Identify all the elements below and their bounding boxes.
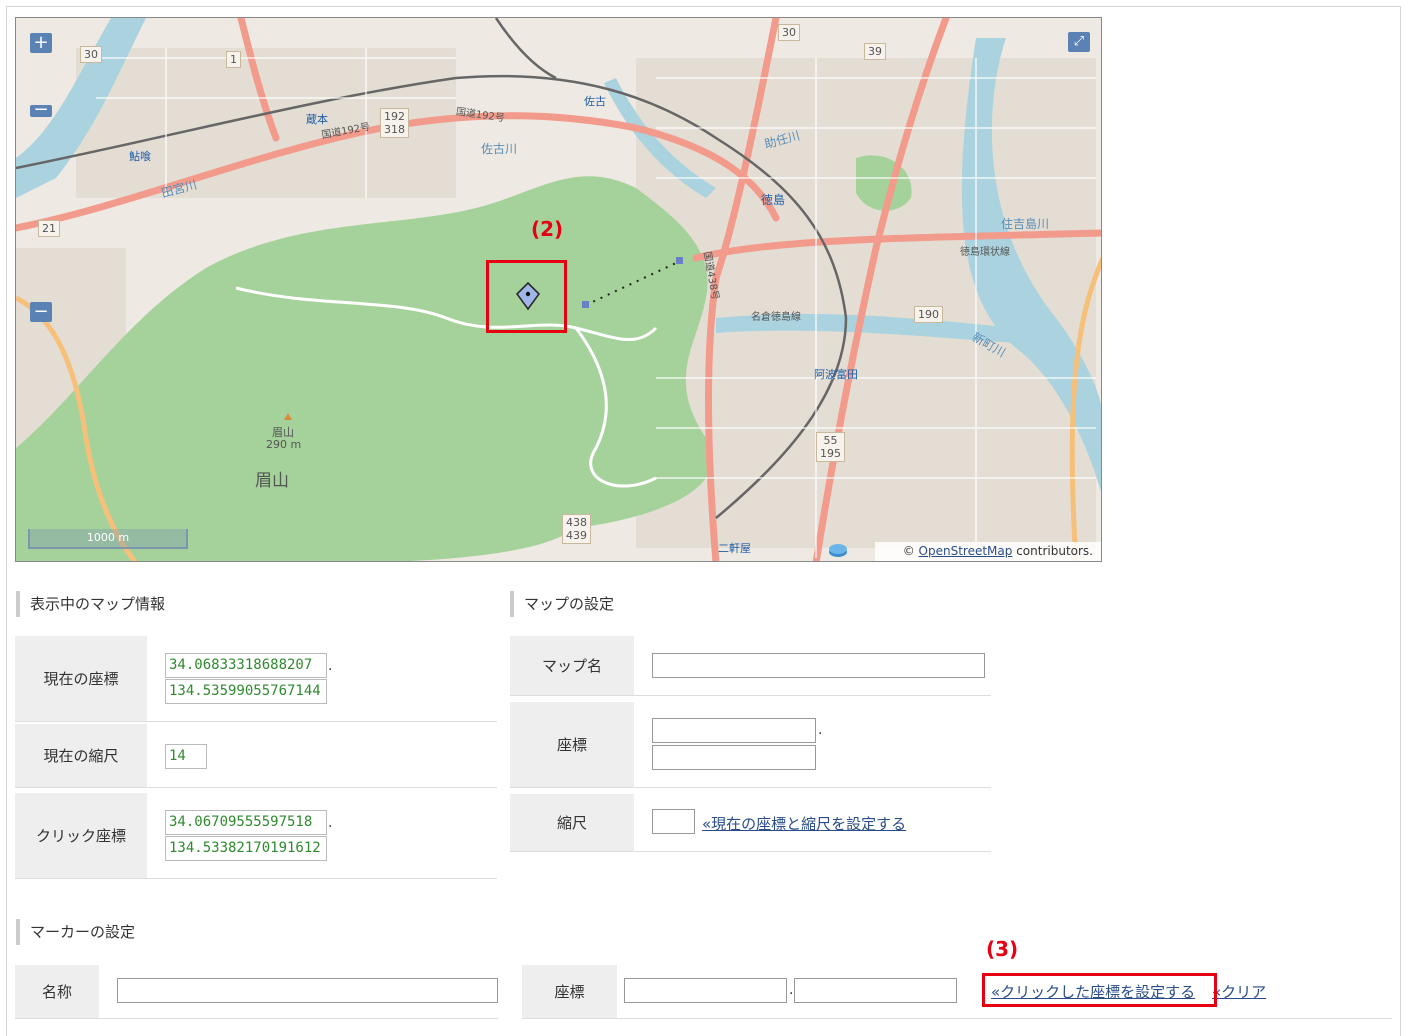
map-name-label: マップ名 — [510, 636, 634, 695]
annotation-box-2 — [486, 260, 567, 333]
annotation-label-2: (2) — [531, 217, 564, 241]
marker-coord-label: 座標 — [522, 965, 617, 1018]
current-coord-row: 現在の座標 34.06833318688207 . 134.5359905576… — [15, 636, 497, 722]
map-label-sakogawa: 佐古川 — [481, 142, 518, 156]
click-lng-value[interactable]: 134.53382170191612 — [165, 836, 327, 861]
map-info-heading: 表示中のマップ情報 — [16, 591, 165, 617]
zoom-out-secondary-button[interactable]: − — [30, 302, 52, 322]
openstreetmap-link[interactable]: OpenStreetMap — [919, 544, 1013, 558]
map-label-tokushima: 徳島 — [761, 193, 786, 207]
current-coord-separator: . — [328, 658, 333, 674]
map-lng-input[interactable] — [652, 745, 816, 770]
map-lat-input[interactable] — [652, 718, 816, 743]
map-scale-bar: 1000 m — [28, 529, 188, 549]
current-coord-label: 現在の座標 — [15, 636, 147, 721]
map-coord-label: 座標 — [510, 702, 634, 787]
attribution-suffix: contributors. — [1016, 544, 1093, 558]
map-label-bizan: 眉山 — [255, 471, 289, 491]
map-coord-row: 座標 . — [510, 702, 991, 788]
attribution-prefix: © — [902, 544, 915, 558]
map-zoom-input[interactable] — [652, 809, 695, 834]
marker-coord-separator: . — [789, 982, 794, 998]
map-name-input[interactable] — [652, 653, 985, 678]
click-lat-value[interactable]: 34.06709555597518 — [165, 810, 327, 835]
map-label-awatomida: 阿波富田 — [814, 368, 858, 381]
route-shield-438-439: 438 439 — [562, 514, 591, 544]
marker-name-row: 名称 — [15, 965, 498, 1019]
marker-lat-input[interactable] — [624, 978, 787, 1003]
set-current-coord-zoom-link[interactable]: «現在の座標と縮尺を設定する — [702, 813, 906, 834]
route-shield-30: 30 — [80, 46, 102, 63]
map-label-bizan-elevation: 290 m — [266, 438, 302, 451]
map-zoom-label: 縮尺 — [510, 794, 634, 851]
route-shield-21: 21 — [38, 220, 60, 237]
map-label-nagura-line: 名倉徳島線 — [751, 312, 801, 323]
route-shield-192-318: 192 318 — [380, 108, 409, 138]
current-zoom-row: 現在の縮尺 14 — [15, 724, 497, 788]
click-coord-separator: . — [328, 815, 333, 831]
click-coord-label: クリック座標 — [15, 793, 147, 878]
annotation-box-3 — [982, 973, 1217, 1007]
route-shield-1: 1 — [226, 51, 241, 68]
route-shield-39: 39 — [864, 43, 886, 60]
current-zoom-value[interactable]: 14 — [165, 744, 207, 769]
map-label-sako: 佐古 — [584, 95, 606, 108]
map-settings-heading: マップの設定 — [510, 591, 614, 617]
map-label-sumiyoshijimagawa: 住吉島川 — [1001, 217, 1050, 231]
route-shield-190: 190 — [914, 306, 943, 323]
map-attribution: © OpenStreetMap contributors. — [874, 542, 1101, 561]
zoom-out-button[interactable]: − — [30, 101, 52, 119]
marker-name-label: 名称 — [15, 965, 99, 1018]
map-label-ayu: 鮎喰 — [129, 150, 151, 163]
route-shield-55-195: 55 195 — [816, 432, 845, 462]
click-coord-row: クリック座標 34.06709555597518 . 134.533821701… — [15, 793, 497, 879]
marker-name-input[interactable] — [117, 978, 498, 1003]
clear-link[interactable]: «クリア — [1212, 981, 1266, 1002]
current-lng-value[interactable]: 134.53599055767144 — [165, 679, 327, 704]
map-coord-separator: . — [818, 722, 823, 738]
map-name-row: マップ名 — [510, 636, 991, 696]
zoom-in-button[interactable]: + — [30, 33, 52, 53]
current-zoom-label: 現在の縮尺 — [15, 724, 147, 787]
map-zoom-row: 縮尺 «現在の座標と縮尺を設定する — [510, 794, 991, 852]
map-label-tokushima-loop: 徳島環状線 — [960, 247, 1010, 258]
annotation-label-3: (3) — [986, 937, 1019, 961]
marker-settings-heading: マーカーの設定 — [16, 919, 135, 945]
current-lat-value[interactable]: 34.06833318688207 — [165, 653, 327, 678]
fullscreen-icon[interactable]: ⤢ — [1068, 32, 1090, 52]
route-shield-30b: 30 — [778, 24, 800, 41]
map-label-nikenya: 二軒屋 — [718, 542, 751, 555]
marker-coord-row: 座標 . «クリックした座標を設定する «クリア — [522, 965, 1392, 1019]
marker-lng-input[interactable] — [794, 978, 957, 1003]
